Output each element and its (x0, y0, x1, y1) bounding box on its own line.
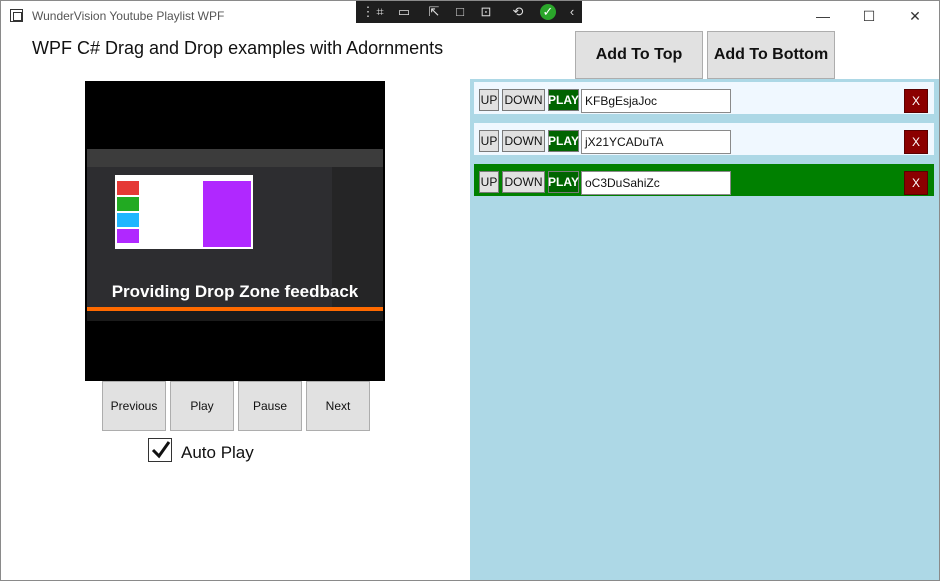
playlist-panel: UP DOWN PLAY KFBgEsjaJoc X UP DOWN PLAY … (470, 79, 939, 580)
debug-toolbar: ⋮ ⌗ ▭ ⇱ □ ⊡ ⟲ ✓ ‹ (356, 1, 582, 23)
playlist-item-active[interactable]: UP DOWN PLAY oC3DuSahiZc X (474, 164, 934, 196)
remove-item-button[interactable]: X (904, 171, 928, 195)
previous-button[interactable]: Previous (102, 381, 166, 431)
move-up-button[interactable]: UP (479, 130, 499, 152)
next-button[interactable]: Next (306, 381, 370, 431)
add-to-top-button[interactable]: Add To Top (575, 31, 703, 79)
playlist-item[interactable]: UP DOWN PLAY KFBgEsjaJoc X (474, 82, 934, 114)
move-up-button[interactable]: UP (479, 89, 499, 111)
track-focus-icon[interactable]: ⊡ (478, 4, 494, 20)
move-up-button[interactable]: UP (479, 171, 499, 193)
play-item-button[interactable]: PLAY (548, 171, 579, 193)
select-element-icon[interactable]: ⇱ (426, 4, 442, 20)
ok-status-icon[interactable]: ✓ (540, 4, 556, 20)
remove-item-button[interactable]: X (904, 89, 928, 113)
video-id-field[interactable]: jX21YCADuTA (581, 130, 731, 154)
move-down-button[interactable]: DOWN (502, 171, 545, 193)
autoplay-checkbox[interactable] (148, 438, 172, 462)
play-button[interactable]: Play (170, 381, 234, 431)
video-player[interactable]: Providing Drop Zone feedback (85, 81, 385, 381)
page-heading: WPF C# Drag and Drop examples with Adorn… (32, 38, 444, 58)
checkmark-icon (151, 441, 171, 459)
window-title: WunderVision Youtube Playlist WPF (32, 9, 225, 23)
video-id-field[interactable]: KFBgEsjaJoc (581, 89, 731, 113)
record-icon[interactable]: ▭ (396, 4, 412, 20)
app-icon (10, 9, 23, 22)
video-caption: Providing Drop Zone feedback (111, 282, 359, 301)
hot-reload-icon[interactable]: ⟲ (510, 4, 526, 20)
maximize-button[interactable]: ☐ (846, 5, 892, 27)
layout-adorner-icon[interactable]: □ (452, 4, 468, 20)
play-item-button[interactable]: PLAY (548, 89, 579, 111)
minimize-button[interactable]: — (800, 5, 846, 27)
playlist-item[interactable]: UP DOWN PLAY jX21YCADuTA X (474, 123, 934, 155)
autoplay-label[interactable]: Auto Play (181, 443, 254, 463)
move-down-button[interactable]: DOWN (502, 89, 545, 111)
move-down-button[interactable]: DOWN (502, 130, 545, 152)
play-item-button[interactable]: PLAY (548, 130, 579, 152)
add-to-bottom-button[interactable]: Add To Bottom (707, 31, 835, 79)
remove-item-button[interactable]: X (904, 130, 928, 154)
live-tree-icon[interactable]: ⌗ (372, 4, 388, 20)
pause-button[interactable]: Pause (238, 381, 302, 431)
collapse-icon[interactable]: ‹ (564, 4, 580, 20)
video-id-field[interactable]: oC3DuSahiZc (581, 171, 731, 195)
close-button[interactable]: ✕ (892, 5, 938, 27)
video-thumbnail: Providing Drop Zone feedback (87, 149, 383, 321)
